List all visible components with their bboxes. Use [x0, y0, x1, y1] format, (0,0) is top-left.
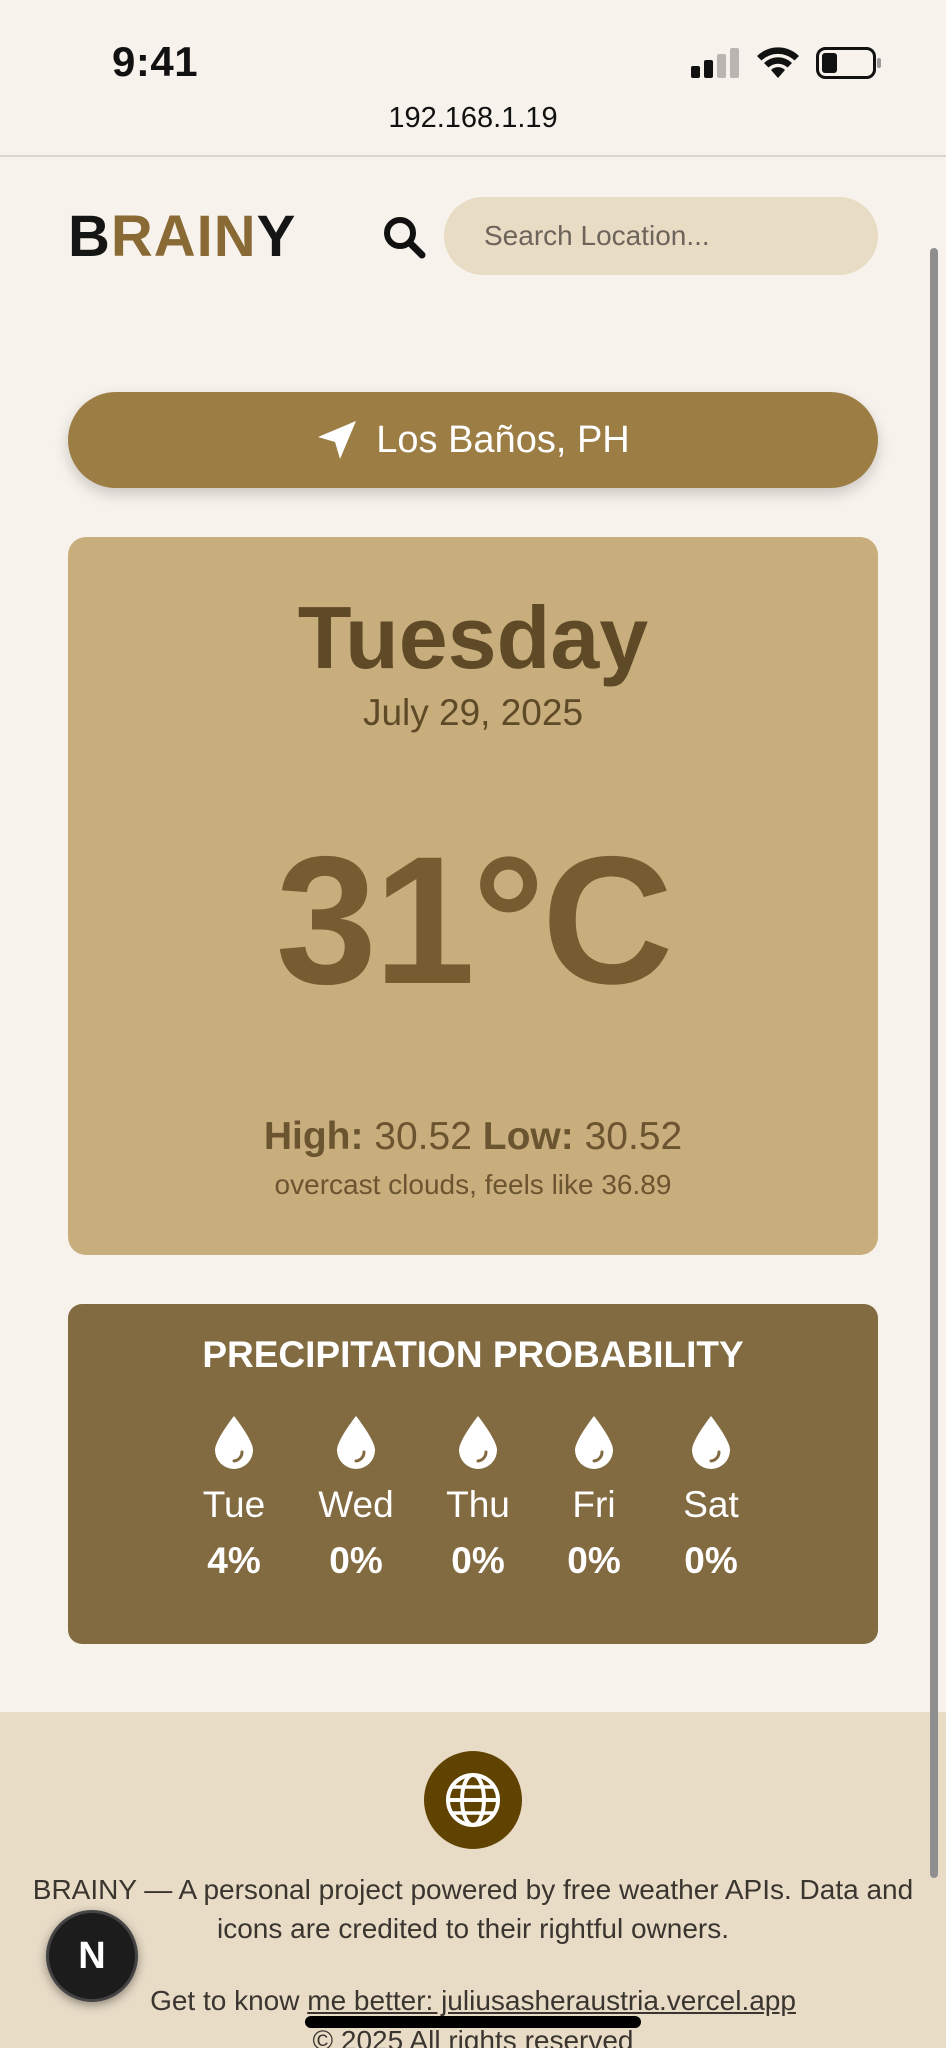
current-location-button[interactable]: Los Baños, PH [68, 392, 878, 488]
footer-link-prefix: Get to know [150, 1985, 308, 2016]
logo-letters-rain: RAIN [110, 204, 257, 269]
precipitation-day: Thu 0% [418, 1414, 538, 1582]
precipitation-value: 0% [329, 1540, 383, 1581]
weather-day: Tuesday [297, 588, 649, 687]
location-arrow-icon [318, 421, 357, 459]
high-low-temperature: High: 30.52 Low: 30.52 [68, 1115, 878, 1159]
footer: BRAINY — A personal project powered by f… [0, 1712, 946, 2048]
day-name: Wed [318, 1484, 394, 1525]
precipitation-day: Sat 0% [651, 1414, 771, 1582]
day-name: Tue [202, 1484, 266, 1525]
precipitation-value: 4% [207, 1540, 261, 1581]
precipitation-day: Wed 0% [296, 1414, 416, 1582]
precipitation-title: PRECIPITATION PROBABILITY [202, 1334, 744, 1375]
url-address[interactable]: 192.168.1.19 [0, 102, 946, 135]
precipitation-day: Tue 4% [174, 1414, 294, 1582]
raindrop-icon [692, 1416, 730, 1469]
day-name: Sat [683, 1484, 739, 1525]
footer-description: BRAINY — A personal project powered by f… [32, 1874, 914, 1944]
weather-card: Tuesday July 29, 2025 31°C High: 30.52 L… [68, 537, 878, 1255]
location-label: Los Baños, PH [376, 418, 630, 461]
status-time: 9:41 [112, 38, 199, 85]
current-temperature: 31°C [275, 818, 674, 1022]
cellular-signal-icon [691, 48, 739, 78]
precipitation-value: 0% [451, 1540, 505, 1581]
precipitation-card: PRECIPITATION PROBABILITY Tue 4% Wed 0% … [68, 1304, 878, 1644]
battery-icon [816, 47, 881, 79]
globe-icon [446, 1773, 500, 1827]
precipitation-value: 0% [684, 1540, 738, 1581]
logo-letter-b: B [68, 204, 111, 269]
raindrop-icon [337, 1416, 375, 1469]
weather-date: July 29, 2025 [362, 692, 584, 733]
precipitation-value: 0% [567, 1540, 621, 1581]
raindrop-icon [215, 1416, 253, 1469]
raindrop-icon [575, 1416, 613, 1469]
status-bar: 9:41 192.168.1.19 [0, 0, 946, 134]
low-label: Low: [482, 1115, 574, 1158]
footer-link-line: Get to know me better: juliusasheraustri… [0, 1985, 946, 2017]
weather-description: overcast clouds, feels like 36.89 [274, 1169, 672, 1200]
page-scrollbar[interactable] [930, 248, 938, 1878]
day-name: Fri [572, 1484, 616, 1525]
search-icon[interactable] [380, 213, 428, 261]
website-button[interactable] [424, 1751, 522, 1849]
day-name: Thu [446, 1484, 510, 1525]
wifi-icon [757, 47, 799, 78]
raindrop-icon [459, 1416, 497, 1469]
search-location-input[interactable] [444, 197, 878, 275]
low-value: 30.52 [584, 1115, 683, 1158]
copyright-text: © 2025 All rights reserved [312, 2025, 634, 2048]
high-label: High: [263, 1115, 364, 1158]
nextjs-dev-badge[interactable]: N [46, 1910, 138, 2002]
brand-logo[interactable]: BRAINY [68, 203, 296, 270]
header-divider [0, 155, 946, 157]
portfolio-link[interactable]: me better: juliusasheraustria.vercel.app [307, 1985, 796, 2016]
logo-letter-y: Y [256, 204, 297, 269]
home-indicator[interactable] [305, 2016, 641, 2028]
high-value: 30.52 [374, 1115, 472, 1158]
precipitation-day: Fri 0% [534, 1414, 654, 1582]
